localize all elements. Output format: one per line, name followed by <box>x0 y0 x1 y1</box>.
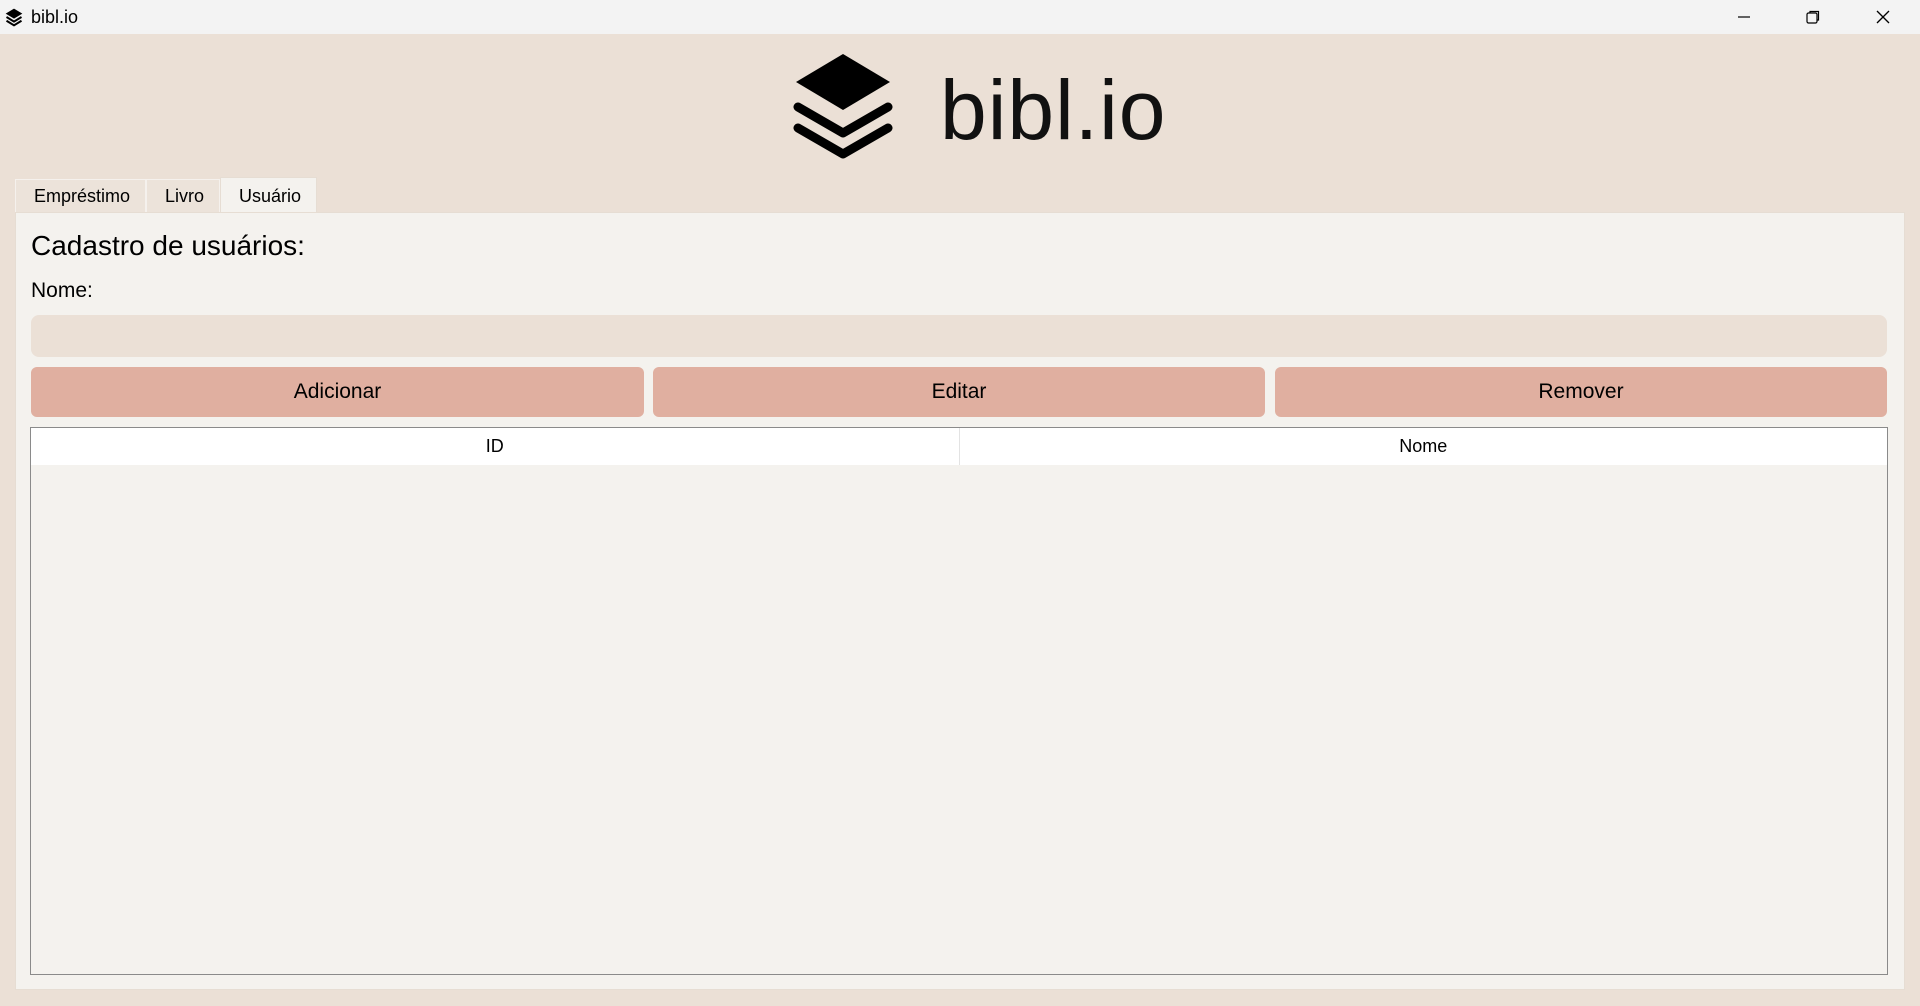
column-header-id[interactable]: ID <box>31 428 960 465</box>
users-table[interactable]: ID Nome <box>30 427 1888 975</box>
logo-text: bibl.io <box>940 63 1167 157</box>
edit-button[interactable]: Editar <box>653 367 1265 417</box>
minimize-button[interactable] <box>1709 0 1779 34</box>
tab-usuario[interactable]: Usuário <box>220 177 317 212</box>
tab-livro[interactable]: Livro <box>146 179 220 212</box>
column-header-nome[interactable]: Nome <box>960 428 1888 465</box>
layers-icon <box>793 54 893 159</box>
minimize-icon <box>1738 16 1750 18</box>
add-button[interactable]: Adicionar <box>31 367 644 417</box>
tab-emprestimo[interactable]: Empréstimo <box>15 179 146 212</box>
table-header: ID Nome <box>31 428 1887 465</box>
layers-icon <box>5 8 23 27</box>
restore-icon <box>1806 10 1820 24</box>
tab-bar: Empréstimo Livro Usuário <box>15 177 317 213</box>
section-title: Cadastro de usuários: <box>31 230 305 261</box>
close-button[interactable] <box>1848 0 1918 34</box>
title-bar: bibl.io <box>0 0 1920 34</box>
user-panel: Cadastro de usuários: Nome: Adicionar Ed… <box>15 212 1905 990</box>
close-icon <box>1876 10 1890 24</box>
name-label: Nome: <box>31 279 93 302</box>
window-title: bibl.io <box>31 7 79 27</box>
remove-button[interactable]: Remover <box>1275 367 1887 417</box>
name-input[interactable] <box>31 315 1887 357</box>
restore-button[interactable] <box>1778 0 1848 34</box>
